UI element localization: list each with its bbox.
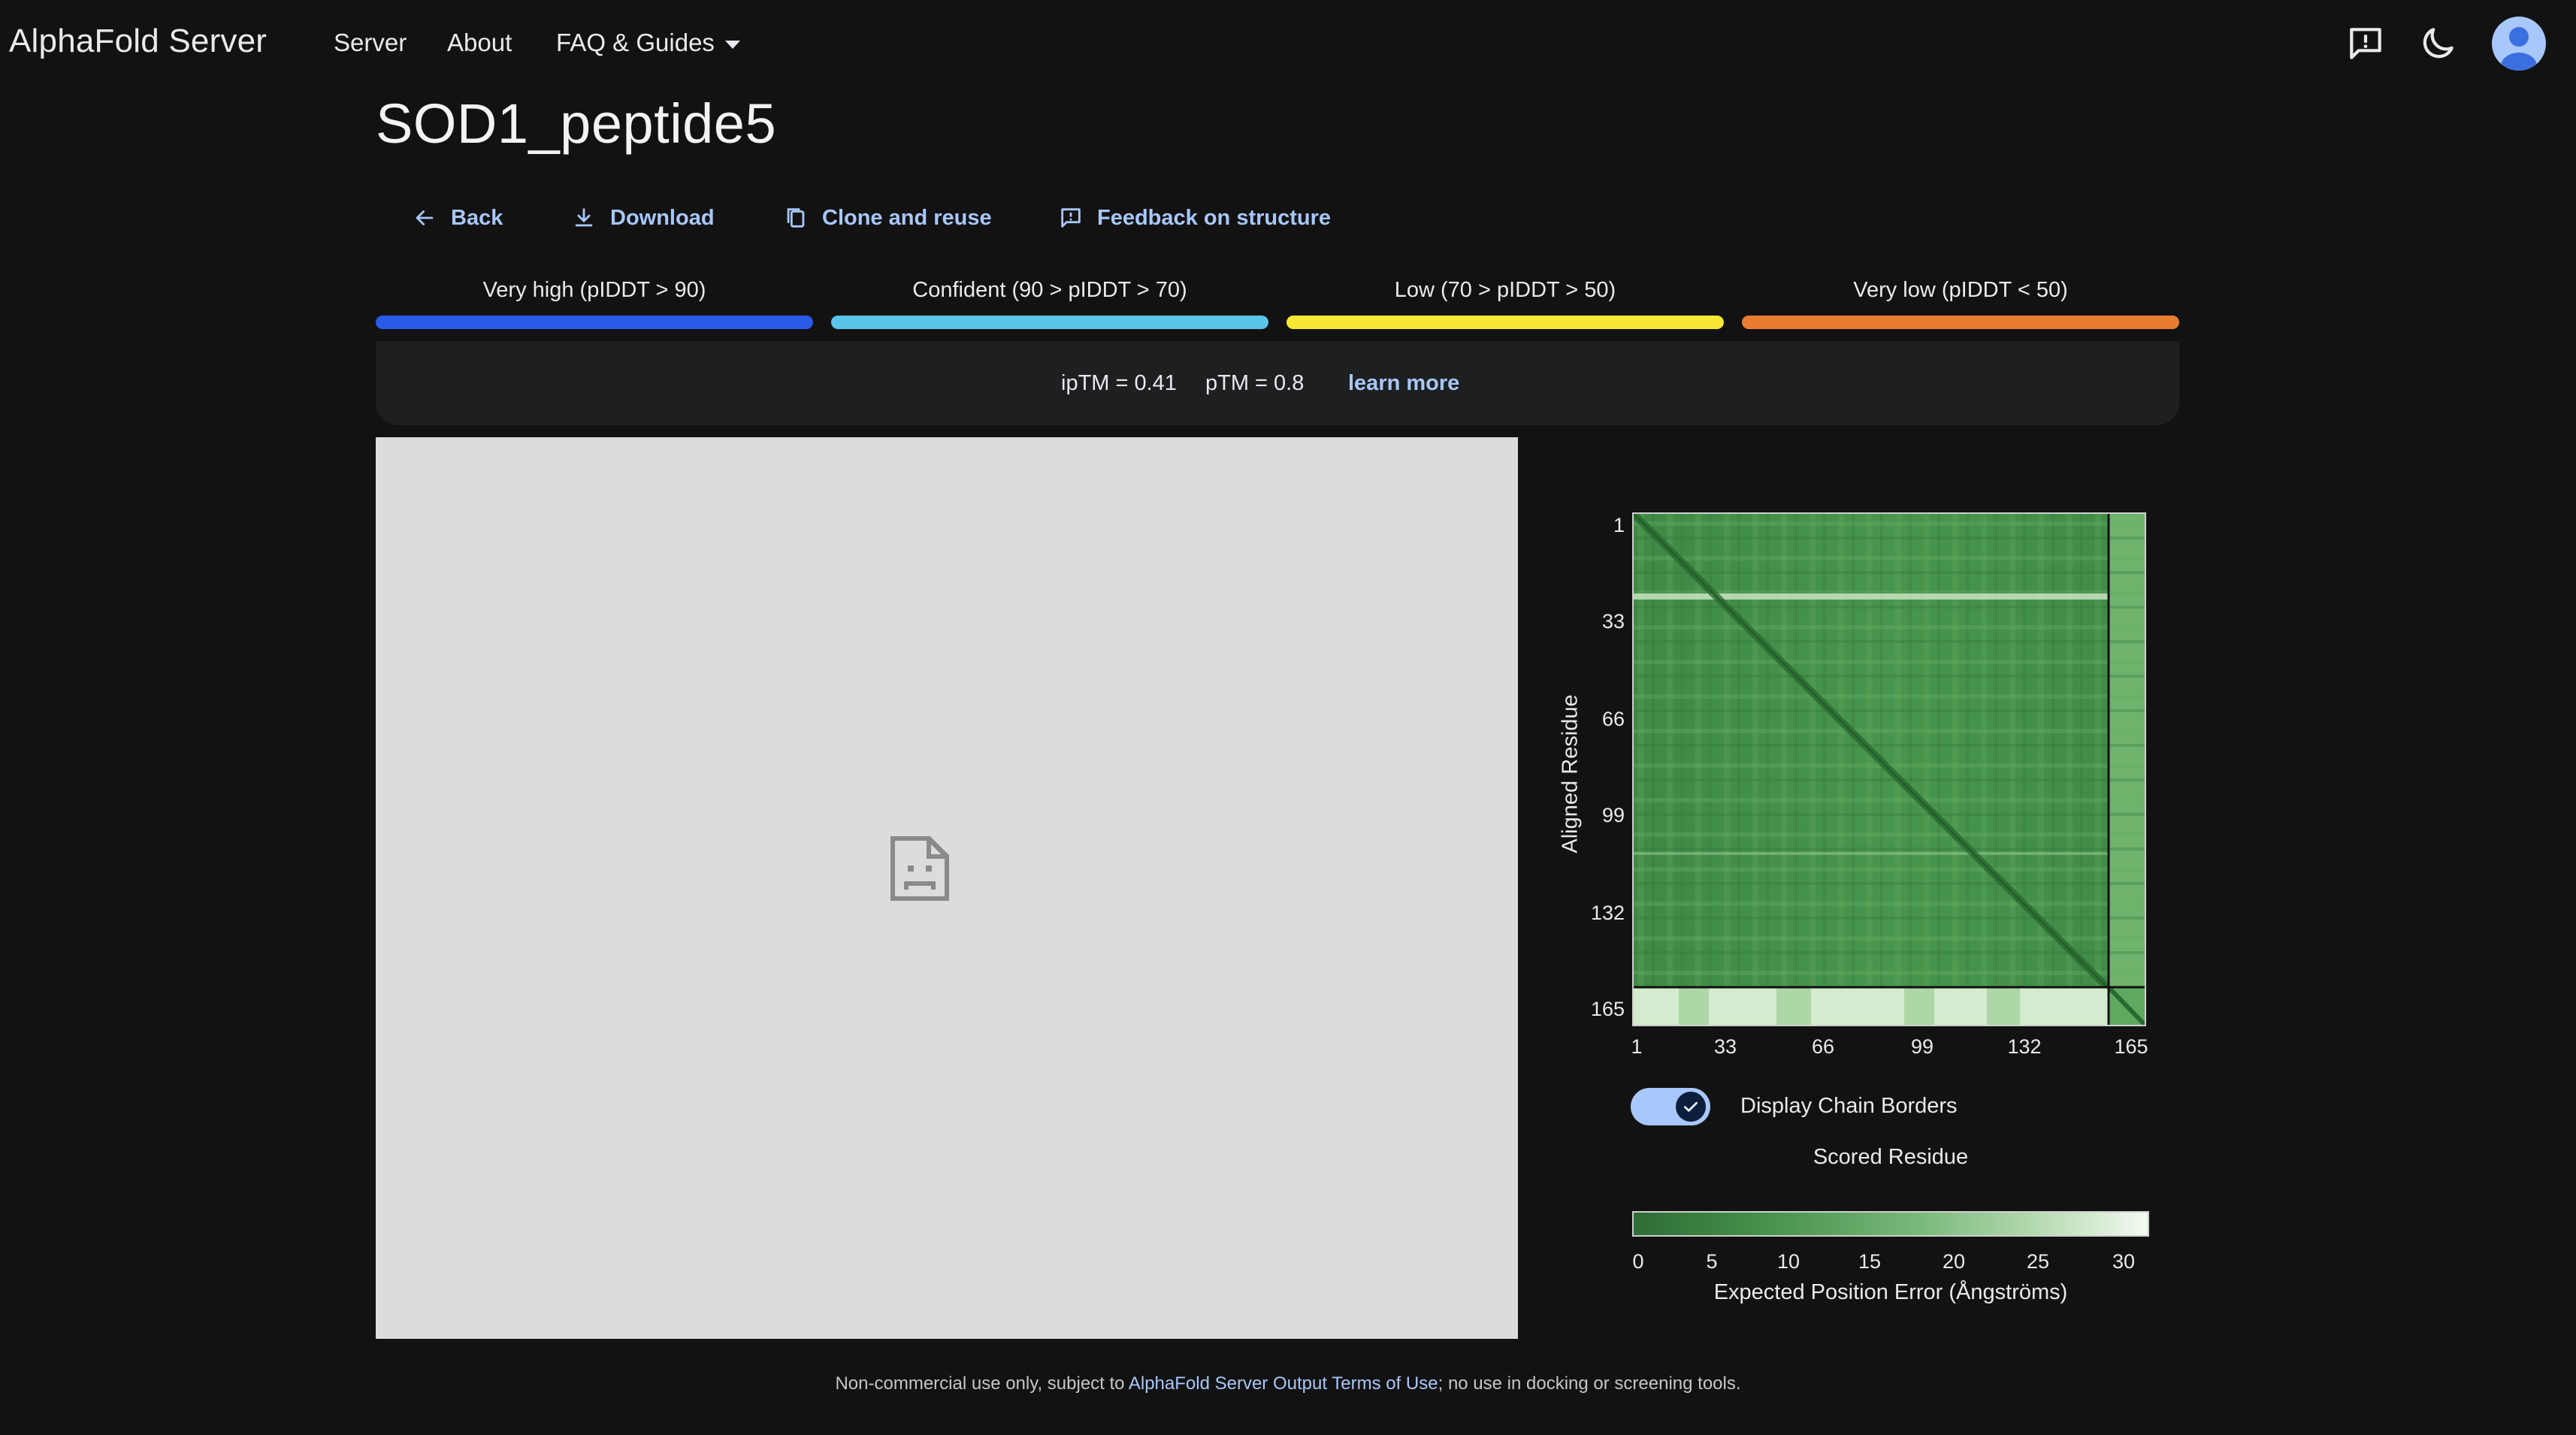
- download-label: Download: [610, 205, 715, 230]
- nav-link-server[interactable]: Server: [334, 29, 407, 57]
- back-label: Back: [451, 205, 503, 230]
- learn-more-link[interactable]: learn more: [1348, 371, 1459, 396]
- legend-bar: [831, 316, 1268, 329]
- legend-bar: [1286, 316, 1724, 329]
- legend-label: Low (70 > pIDDT > 50): [1394, 278, 1616, 302]
- scale-tick: 5: [1706, 1250, 1718, 1273]
- x-axis-label: Scored Residue: [1813, 1145, 1969, 1169]
- arrow-left-icon: [416, 210, 434, 225]
- check-icon: [1684, 1101, 1698, 1112]
- footer-text-pre: Non-commercial use only, subject to: [835, 1373, 1129, 1394]
- iptm-value: ipTM = 0.41: [1061, 371, 1177, 395]
- y-tick: 66: [1601, 708, 1625, 730]
- nav-link-faq-label: FAQ & Guides: [556, 29, 715, 56]
- legend-confident: Confident (90 > pIDDT > 70): [831, 278, 1268, 329]
- copy-icon: [787, 208, 805, 228]
- scale-tick: 0: [1632, 1250, 1644, 1273]
- back-button[interactable]: Back: [412, 203, 503, 233]
- scale-label: Expected Position Error (Ångströms): [1713, 1280, 2068, 1304]
- legend-label: Very high (pIDDT > 90): [482, 278, 706, 302]
- footer-notice: Non-commercial use only, subject to Alph…: [0, 1373, 2576, 1394]
- scale-tick: 30: [2112, 1250, 2136, 1273]
- y-tick: 33: [1601, 610, 1625, 633]
- download-button[interactable]: Download: [571, 203, 715, 233]
- brand-logo[interactable]: AlphaFold Server: [9, 23, 267, 60]
- legend-very-high: Very high (pIDDT > 90): [376, 278, 813, 329]
- chain-borders-label: Display Chain Borders: [1740, 1094, 1958, 1118]
- scale-tick: 15: [1858, 1250, 1882, 1273]
- x-tick: 1: [1631, 1035, 1643, 1058]
- pae-heatmap-canvas: [1634, 514, 2145, 1025]
- scale-tick: 10: [1776, 1250, 1800, 1273]
- scale-tick: 25: [2026, 1250, 2050, 1273]
- pae-heatmap[interactable]: [1632, 512, 2146, 1026]
- legend-bar: [376, 316, 813, 329]
- feedback-icon[interactable]: [2345, 23, 2387, 65]
- legend-label: Very low (pIDDT < 50): [1853, 278, 2068, 302]
- download-icon: [575, 208, 593, 227]
- feedback-structure-label: Feedback on structure: [1097, 205, 1332, 230]
- x-tick: 165: [2114, 1035, 2148, 1058]
- legend-label: Confident (90 > pIDDT > 70): [912, 278, 1187, 302]
- y-tick: 165: [1590, 998, 1625, 1020]
- x-tick: 99: [1910, 1035, 1934, 1058]
- metrics-bar: ipTM = 0.41 pTM = 0.8 learn more: [376, 341, 2179, 425]
- person-icon: [2501, 27, 2537, 71]
- y-tick: 99: [1601, 804, 1625, 826]
- moon-icon[interactable]: [2417, 23, 2459, 65]
- toggle-knob: [1676, 1092, 1706, 1122]
- top-navigation: AlphaFold Server Server About FAQ & Guid…: [0, 0, 2576, 87]
- clone-reuse-label: Clone and reuse: [822, 205, 992, 230]
- broken-image-icon: [890, 835, 950, 902]
- structure-viewer[interactable]: [376, 437, 1518, 1339]
- y-tick: 1: [1613, 514, 1625, 536]
- scale-tick: 20: [1942, 1250, 1966, 1273]
- x-tick: 66: [1811, 1035, 1835, 1058]
- chevron-down-icon: [724, 40, 740, 49]
- nav-link-faq-guides[interactable]: FAQ & Guides: [556, 29, 740, 57]
- legend-low: Low (70 > pIDDT > 50): [1286, 278, 1724, 329]
- clone-reuse-button[interactable]: Clone and reuse: [783, 203, 992, 233]
- y-tick: 132: [1590, 902, 1625, 924]
- terms-of-use-link[interactable]: AlphaFold Server Output Terms of Use: [1129, 1373, 1438, 1394]
- footer-text-post: ; no use in docking or screening tools.: [1438, 1373, 1741, 1394]
- pae-color-scale: [1632, 1211, 2149, 1237]
- account-avatar[interactable]: [2492, 17, 2546, 71]
- nav-link-about[interactable]: About: [447, 29, 512, 57]
- chain-borders-toggle[interactable]: [1631, 1088, 1710, 1125]
- page-title: SOD1_peptide5: [376, 92, 777, 155]
- feedback-icon: [1061, 208, 1081, 228]
- legend-very-low: Very low (pIDDT < 50): [1742, 278, 2179, 329]
- x-tick: 33: [1713, 1035, 1737, 1058]
- legend-bar: [1742, 316, 2179, 329]
- x-tick: 132: [2007, 1035, 2042, 1058]
- ptm-value: pTM = 0.8: [1205, 371, 1305, 395]
- feedback-structure-button[interactable]: Feedback on structure: [1058, 203, 1331, 233]
